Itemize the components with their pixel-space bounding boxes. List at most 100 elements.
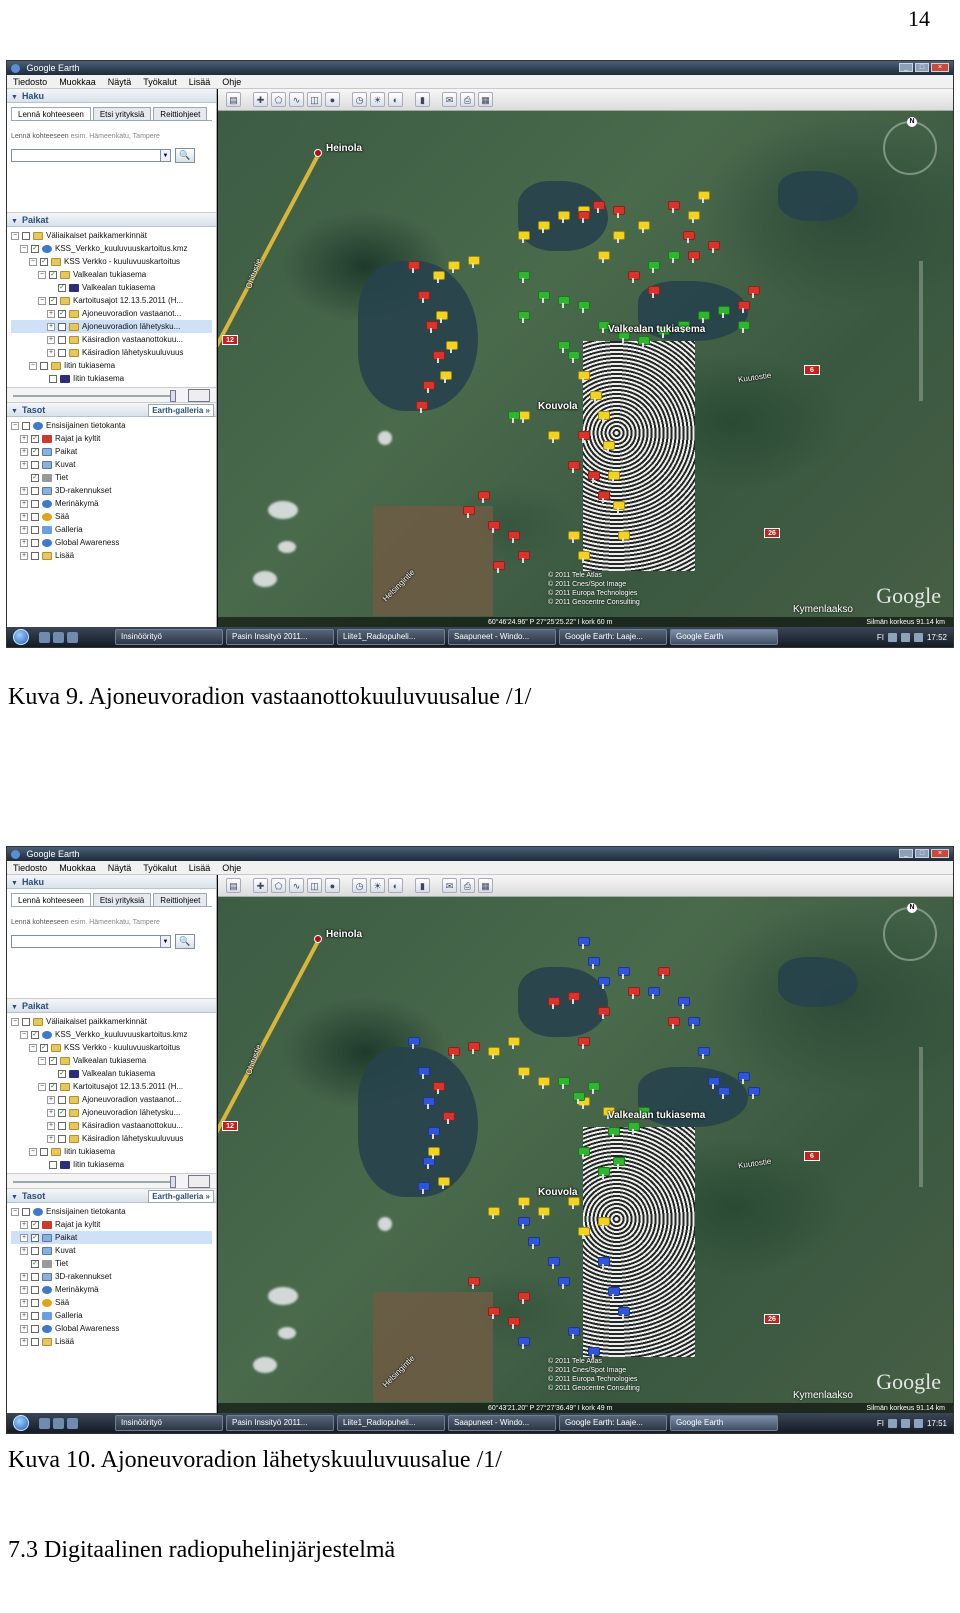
pushpin-red-icon[interactable] [433, 351, 445, 363]
pushpin-blue-icon[interactable] [518, 1217, 530, 1229]
record-tour-icon[interactable]: ● [325, 92, 340, 107]
visibility-checkbox[interactable] [31, 1311, 39, 1320]
expand-toggle-icon[interactable]: + [47, 348, 55, 357]
tree-item[interactable]: + Galleria [11, 1309, 212, 1322]
tree-item[interactable]: + Lisää [11, 549, 212, 562]
collapse-triangle-icon[interactable]: ▼ [11, 215, 18, 229]
expand-toggle-icon[interactable]: + [20, 1246, 28, 1255]
search-tab[interactable]: Etsi yrityksiä [92, 107, 152, 120]
pushpin-red-icon[interactable] [478, 491, 490, 503]
visibility-checkbox[interactable] [58, 335, 66, 344]
menu-item[interactable]: Muokkaa [59, 861, 96, 874]
pushpin-blue-icon[interactable] [423, 1097, 435, 1109]
visibility-checkbox[interactable]: ✓ [40, 257, 48, 266]
pushpin-blue-icon[interactable] [648, 987, 660, 999]
search-tab[interactable]: Reittiohjeet [153, 893, 208, 906]
visibility-checkbox[interactable]: ✓ [31, 1233, 39, 1242]
visibility-checkbox[interactable] [40, 1147, 48, 1156]
tree-item[interactable]: + ✓ Ajoneuvoradion lähetysku... [11, 1106, 212, 1119]
pushpin-green-icon[interactable] [648, 261, 660, 273]
pushpin-yellow-icon[interactable] [538, 1077, 550, 1089]
search-tab[interactable]: Lennä kohteeseen [11, 107, 91, 120]
menu-item[interactable]: Työkalut [143, 75, 177, 88]
pushpin-yellow-icon[interactable] [590, 391, 602, 403]
menu-item[interactable]: Tiedosto [13, 861, 47, 874]
visibility-checkbox[interactable]: ✓ [49, 270, 57, 279]
pushpin-red-icon[interactable] [426, 321, 438, 333]
visibility-checkbox[interactable] [58, 348, 66, 357]
pushpin-yellow-icon[interactable] [603, 441, 615, 453]
expand-toggle-icon[interactable]: − [11, 1207, 19, 1216]
collapse-triangle-icon[interactable]: ▼ [11, 1001, 18, 1015]
pushpin-yellow-icon[interactable] [638, 221, 650, 233]
pushpin-blue-icon[interactable] [608, 1287, 620, 1299]
pushpin-red-icon[interactable] [578, 1037, 590, 1049]
expand-toggle-icon[interactable]: + [20, 460, 28, 469]
pushpin-green-icon[interactable] [598, 1167, 610, 1179]
search-input[interactable] [11, 149, 161, 162]
pushpin-yellow-icon[interactable] [508, 1037, 520, 1049]
opacity-slider[interactable] [7, 387, 216, 403]
expand-toggle-icon[interactable]: + [20, 1272, 28, 1281]
tree-item[interactable]: − Väliaikaiset paikkamerkinnät [11, 229, 212, 242]
maximize-icon[interactable]: □ [915, 63, 929, 72]
planets-icon[interactable]: ◐ [388, 92, 403, 107]
pushpin-green-icon[interactable] [628, 1122, 640, 1134]
pushpin-red-icon[interactable] [568, 461, 580, 473]
pushpin-red-icon[interactable] [578, 211, 590, 223]
pushpin-green-icon[interactable] [508, 411, 520, 423]
pushpin-yellow-icon[interactable] [433, 271, 445, 283]
email-icon[interactable]: ✉ [442, 878, 457, 893]
pushpin-yellow-icon[interactable] [440, 371, 452, 383]
pushpin-blue-icon[interactable] [708, 1077, 720, 1089]
pushpin-blue-icon[interactable] [428, 1127, 440, 1139]
expand-toggle-icon[interactable]: + [20, 1220, 28, 1229]
taskbar-button[interactable]: Pasin Inssityö 2011... [226, 1415, 334, 1431]
expand-toggle-icon[interactable]: − [29, 1043, 37, 1052]
visibility-checkbox[interactable]: ✓ [31, 244, 39, 253]
expand-toggle-icon[interactable]: − [38, 1082, 46, 1091]
expand-toggle-icon[interactable]: + [20, 434, 28, 443]
placemark-icon[interactable]: ✚ [253, 92, 268, 107]
tree-item[interactable]: − ✓ Kartoitusajot 12.13.5.2011 (H... [11, 294, 212, 307]
pushpin-green-icon[interactable] [518, 311, 530, 323]
pushpin-yellow-icon[interactable] [438, 1177, 450, 1189]
visibility-checkbox[interactable] [40, 361, 48, 370]
visibility-checkbox[interactable] [58, 1134, 66, 1143]
show-desktop-icon[interactable] [39, 1417, 50, 1429]
search-panel-header[interactable]: ▼ Haku [7, 89, 216, 103]
vlc-icon[interactable] [67, 1417, 78, 1429]
search-tab[interactable]: Lennä kohteeseen [11, 893, 91, 906]
menu-item[interactable]: Ohje [222, 861, 241, 874]
visibility-checkbox[interactable] [22, 231, 30, 240]
pushpin-yellow-icon[interactable] [578, 371, 590, 383]
pushpin-green-icon[interactable] [558, 296, 570, 308]
tree-item[interactable]: + ✓ Rajat ja kyltit [11, 1218, 212, 1231]
pushpin-yellow-icon[interactable] [548, 431, 560, 443]
ruler-icon[interactable]: ▮ [415, 878, 430, 893]
menu-item[interactable]: Työkalut [143, 861, 177, 874]
tree-item[interactable]: + Sää [11, 1296, 212, 1309]
tree-item[interactable]: + Kuvat [11, 458, 212, 471]
pushpin-red-icon[interactable] [423, 381, 435, 393]
pushpin-yellow-icon[interactable] [518, 1197, 530, 1209]
expand-toggle-icon[interactable]: − [20, 1030, 28, 1039]
pushpin-yellow-icon[interactable] [446, 341, 458, 353]
visibility-checkbox[interactable] [31, 460, 39, 469]
pushpin-yellow-icon[interactable] [698, 191, 710, 203]
search-icon[interactable]: 🔍 [175, 148, 195, 163]
zoom-slider[interactable] [919, 1047, 923, 1187]
expand-toggle-icon[interactable]: + [20, 525, 28, 534]
layers-panel-header[interactable]: ▼ Tasot Earth-galleria » [7, 403, 216, 417]
tree-item[interactable]: − ✓ KSS Verkko - kuuluvuuskartoitus [11, 1041, 212, 1054]
slider-thumb[interactable] [170, 1176, 176, 1188]
pushpin-red-icon[interactable] [578, 431, 590, 443]
start-button[interactable] [7, 627, 35, 647]
pushpin-red-icon[interactable] [658, 967, 670, 979]
pushpin-yellow-icon[interactable] [558, 211, 570, 223]
tray-icon[interactable] [887, 1418, 897, 1428]
visibility-checkbox[interactable] [49, 1160, 57, 1169]
pushpin-blue-icon[interactable] [518, 1337, 530, 1349]
expand-toggle-icon[interactable]: + [47, 1095, 55, 1104]
pushpin-yellow-icon[interactable] [598, 1217, 610, 1229]
